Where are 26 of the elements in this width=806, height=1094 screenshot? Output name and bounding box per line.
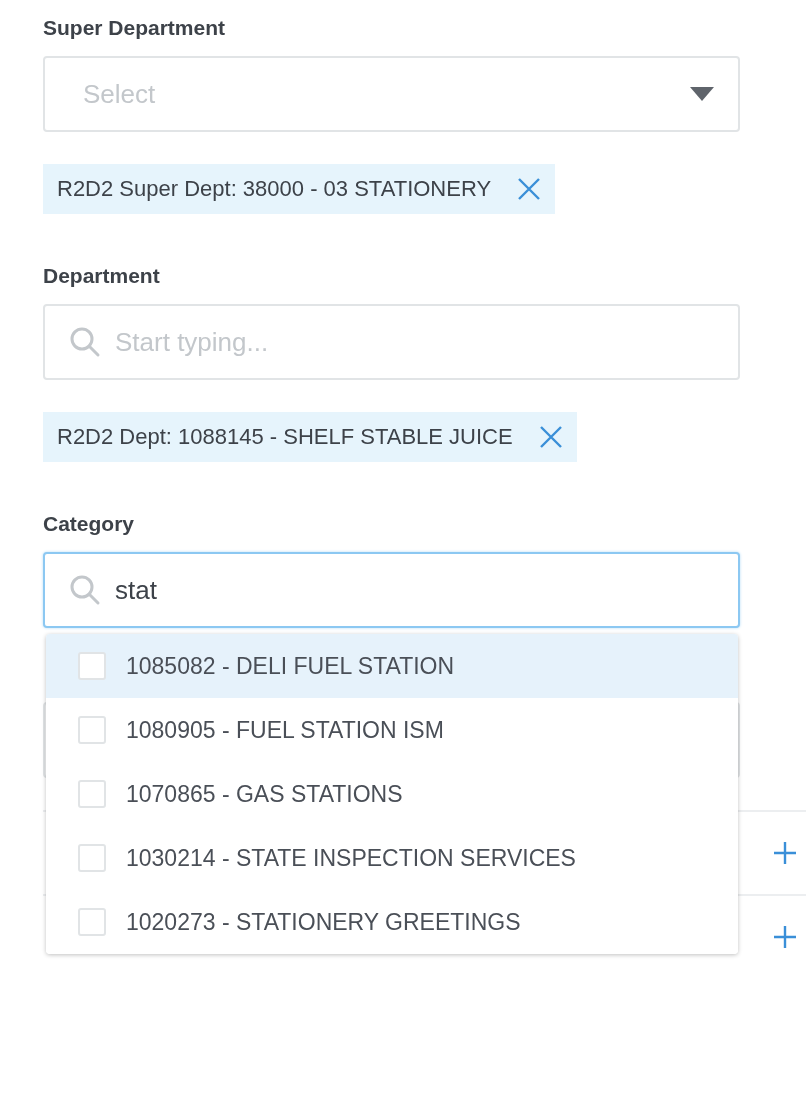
search-input[interactable]: Start typing... <box>115 326 714 358</box>
search-icon <box>69 326 101 358</box>
plus-icon[interactable] <box>774 842 796 864</box>
checkbox[interactable] <box>78 780 106 808</box>
field-label: Category <box>43 511 136 537</box>
close-icon[interactable] <box>517 177 542 201</box>
dropdown-option[interactable]: 1020273 - STATIONERY GREETINGS <box>46 890 738 954</box>
checkbox[interactable] <box>78 908 106 936</box>
caret-icon <box>690 87 714 101</box>
dropdown-option[interactable]: 1085082 - DELI FUEL STATION <box>46 634 738 698</box>
chip-label: R2D2 Super Dept: 38000 - 03 STATIONERY <box>57 176 492 202</box>
dropdown-option[interactable]: 1070865 - GAS STATIONS <box>46 762 738 826</box>
search-input[interactable]: stat <box>115 574 714 606</box>
field-label: Department <box>43 263 161 289</box>
search-field[interactable]: stat <box>43 552 740 628</box>
close-icon[interactable] <box>538 425 563 449</box>
plus-icon[interactable] <box>774 926 796 948</box>
checkbox[interactable] <box>78 652 106 680</box>
search-icon <box>69 574 101 606</box>
dropdown-option[interactable]: 1080905 - FUEL STATION ISM <box>46 698 738 762</box>
field-label: Super Department <box>43 15 227 41</box>
checkbox[interactable] <box>78 716 106 744</box>
search-field[interactable]: Start typing... <box>43 304 740 380</box>
checkbox[interactable] <box>78 844 106 872</box>
chip-label: R2D2 Dept: 1088145 - SHELF STABLE JUICE <box>57 424 513 450</box>
dropdown-option[interactable]: 1030214 - STATE INSPECTION SERVICES <box>46 826 738 890</box>
